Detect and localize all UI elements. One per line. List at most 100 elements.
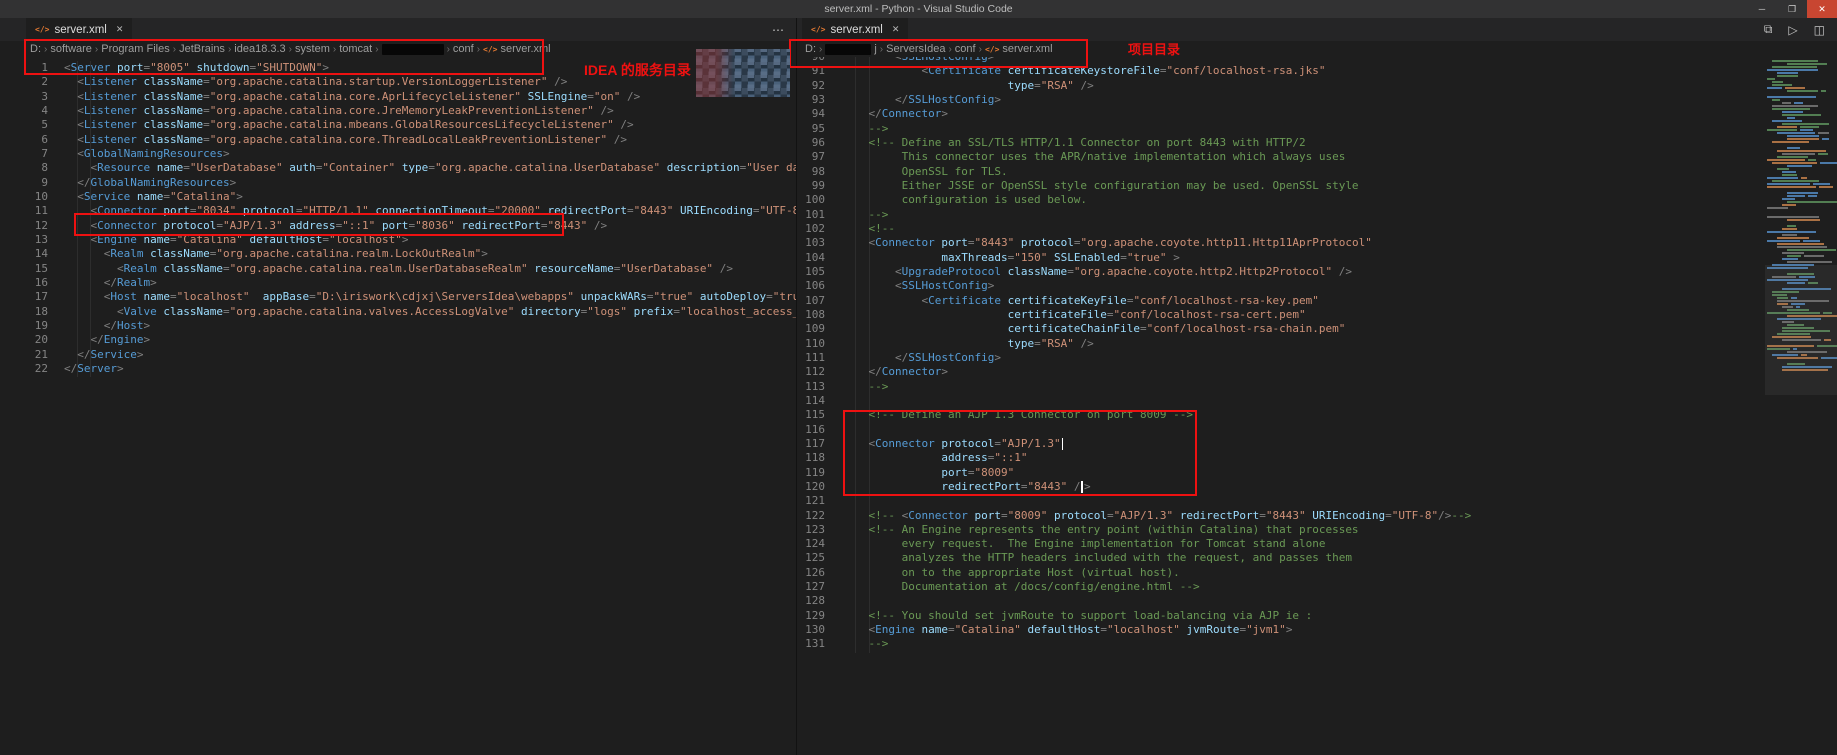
code-line[interactable]: 121 — [797, 494, 1765, 508]
code-line[interactable]: 20 </Engine> — [0, 333, 796, 347]
code-line[interactable]: 117 <Connector protocol="AJP/1.3" — [797, 437, 1765, 451]
code-line[interactable]: 113 --> — [797, 380, 1765, 394]
minimap[interactable] — [1765, 57, 1837, 755]
open-changes-icon[interactable]: ⧉ — [1764, 22, 1773, 37]
code-line[interactable]: 106 <SSLHostConfig> — [797, 279, 1765, 293]
breadcrumb-item[interactable]: system — [295, 43, 330, 55]
code-line[interactable]: 98 OpenSSL for TLS. — [797, 165, 1765, 179]
run-icon[interactable]: ▷ — [1788, 23, 1797, 37]
minimap-slider[interactable] — [1765, 265, 1837, 395]
close-tab-icon[interactable]: ✕ — [116, 24, 124, 35]
code-line[interactable]: 15 <Realm className="org.apache.catalina… — [0, 262, 796, 276]
code-line[interactable]: 115 <!-- Define an AJP 1.3 Connector on … — [797, 408, 1765, 422]
tab-server-xml-right[interactable]: </> server.xml ✕ — [802, 18, 908, 41]
editor-right[interactable]: 90 <SSLHostConfig>91 <Certificate certif… — [797, 57, 1765, 755]
code-line[interactable]: 7 <GlobalNamingResources> — [0, 147, 796, 161]
close-tab-icon[interactable]: ✕ — [892, 24, 900, 35]
breadcrumb-item[interactable]: conf — [955, 43, 976, 55]
code-line[interactable]: 123 <!-- An Engine represents the entry … — [797, 523, 1765, 537]
code-line[interactable]: 92 type="RSA" /> — [797, 79, 1765, 93]
breadcrumb-item[interactable]: ServersIdea — [886, 43, 945, 55]
code-line[interactable]: 13 <Engine name="Catalina" defaultHost="… — [0, 233, 796, 247]
breadcrumb-item[interactable]: D: — [805, 43, 816, 55]
code-line[interactable]: 16 </Realm> — [0, 276, 796, 290]
breadcrumb-item[interactable]: idea18.3.3 — [234, 43, 285, 55]
code-line[interactable]: 114 — [797, 394, 1765, 408]
line-number: 116 — [797, 423, 842, 437]
breadcrumb-item[interactable]: j — [825, 43, 876, 55]
code-line[interactable]: 95 --> — [797, 122, 1765, 136]
code-line[interactable]: 110 type="RSA" /> — [797, 337, 1765, 351]
code-line[interactable]: 18 <Valve className="org.apache.catalina… — [0, 305, 796, 319]
breadcrumb-item[interactable]: tomcat — [339, 43, 372, 55]
code-line[interactable]: 103 <Connector port="8443" protocol="org… — [797, 236, 1765, 250]
breadcrumb-item[interactable]: </>server.xml — [985, 43, 1053, 55]
code-line[interactable]: 130 <Engine name="Catalina" defaultHost=… — [797, 623, 1765, 637]
code-line[interactable]: 116 — [797, 423, 1765, 437]
line-number: 127 — [797, 580, 842, 594]
code-line[interactable]: 104 maxThreads="150" SSLEnabled="true" > — [797, 251, 1765, 265]
code-line[interactable]: 128 — [797, 594, 1765, 608]
code-line[interactable]: 14 <Realm className="org.apache.catalina… — [0, 247, 796, 261]
code-line[interactable]: 118 address="::1" — [797, 451, 1765, 465]
code-line[interactable]: 94 </Connector> — [797, 107, 1765, 121]
breadcrumb-item[interactable]: </>server.xml — [483, 43, 551, 55]
breadcrumb-item[interactable]: D: — [30, 43, 41, 55]
code-line[interactable]: 122 <!-- <Connector port="8009" protocol… — [797, 509, 1765, 523]
code-line[interactable]: 12 <Connector protocol="AJP/1.3" address… — [0, 219, 796, 233]
code-line[interactable]: 93 </SSLHostConfig> — [797, 93, 1765, 107]
code-line[interactable]: 105 <UpgradeProtocol className="org.apac… — [797, 265, 1765, 279]
code-line[interactable]: 9 </GlobalNamingResources> — [0, 176, 796, 190]
code-line[interactable]: 131 --> — [797, 637, 1765, 651]
close-button[interactable]: ✕ — [1807, 0, 1837, 18]
breadcrumb-item[interactable]: software — [50, 43, 92, 55]
code-line[interactable]: 100 configuration is used below. — [797, 193, 1765, 207]
code-line[interactable]: 112 </Connector> — [797, 365, 1765, 379]
code-line[interactable]: 124 every request. The Engine implementa… — [797, 537, 1765, 551]
code-line[interactable]: 120 redirectPort="8443" /> — [797, 480, 1765, 494]
code-line[interactable]: 99 Either JSSE or OpenSSL style configur… — [797, 179, 1765, 193]
code-line[interactable]: 96 <!-- Define an SSL/TLS HTTP/1.1 Conne… — [797, 136, 1765, 150]
code-line[interactable]: 10 <Service name="Catalina"> — [0, 190, 796, 204]
editor-left[interactable]: 1<Server port="8005" shutdown="SHUTDOWN"… — [0, 57, 796, 755]
line-number: 6 — [0, 133, 64, 147]
code-line[interactable]: 126 on to the appropriate Host (virtual … — [797, 566, 1765, 580]
breadcrumb-right[interactable]: D:›j›ServersIdea›conf›</>server.xml — [797, 41, 1837, 57]
code-line[interactable]: 5 <Listener className="org.apache.catali… — [0, 118, 796, 132]
code-line[interactable]: 111 </SSLHostConfig> — [797, 351, 1765, 365]
code-line[interactable]: 11 <Connector port="8034" protocol="HTTP… — [0, 204, 796, 218]
line-number: 8 — [0, 161, 64, 175]
breadcrumb-left[interactable]: D:›software›Program Files›JetBrains›idea… — [0, 41, 796, 57]
code-line[interactable]: 22</Server> — [0, 362, 796, 376]
breadcrumb-item[interactable] — [382, 44, 444, 55]
code-line[interactable]: 19 </Host> — [0, 319, 796, 333]
code-line[interactable]: 107 <Certificate certificateKeyFile="con… — [797, 294, 1765, 308]
breadcrumb-item[interactable]: conf — [453, 43, 474, 55]
title-bar: server.xml - Python - Visual Studio Code… — [0, 0, 1837, 18]
breadcrumb-item[interactable]: JetBrains — [179, 43, 225, 55]
code-line[interactable]: 3 <Listener className="org.apache.catali… — [0, 90, 796, 104]
code-line[interactable]: 90 <SSLHostConfig> — [797, 57, 1765, 64]
code-line[interactable]: 108 certificateFile="conf/localhost-rsa-… — [797, 308, 1765, 322]
maximize-button[interactable]: ❐ — [1777, 0, 1807, 18]
code-line[interactable]: 127 Documentation at /docs/config/engine… — [797, 580, 1765, 594]
code-line[interactable]: 8 <Resource name="UserDatabase" auth="Co… — [0, 161, 796, 175]
code-line[interactable]: 129 <!-- You should set jvmRoute to supp… — [797, 609, 1765, 623]
code-line[interactable]: 109 certificateChainFile="conf/localhost… — [797, 322, 1765, 336]
code-line[interactable]: 97 This connector uses the APR/native im… — [797, 150, 1765, 164]
code-line[interactable]: 6 <Listener className="org.apache.catali… — [0, 133, 796, 147]
code-line[interactable]: 4 <Listener className="org.apache.catali… — [0, 104, 796, 118]
split-editor-icon[interactable]: ◫ — [1814, 23, 1825, 37]
code-line[interactable]: 119 port="8009" — [797, 466, 1765, 480]
code-line[interactable]: 17 <Host name="localhost" appBase="D:\ir… — [0, 290, 796, 304]
code-line[interactable]: 125 analyzes the HTTP headers included w… — [797, 551, 1765, 565]
breadcrumb-separator: › — [289, 44, 292, 55]
code-line[interactable]: 102 <!-- — [797, 222, 1765, 236]
tab-server-xml-left[interactable]: </> server.xml ✕ — [26, 18, 132, 41]
breadcrumb-item[interactable]: Program Files — [101, 43, 169, 55]
code-line[interactable]: 101 --> — [797, 208, 1765, 222]
code-line[interactable]: 21 </Service> — [0, 348, 796, 362]
code-line[interactable]: 91 <Certificate certificateKeystoreFile=… — [797, 64, 1765, 78]
minimize-button[interactable]: ─ — [1747, 0, 1777, 18]
more-actions-icon[interactable]: ⋯ — [772, 23, 784, 37]
